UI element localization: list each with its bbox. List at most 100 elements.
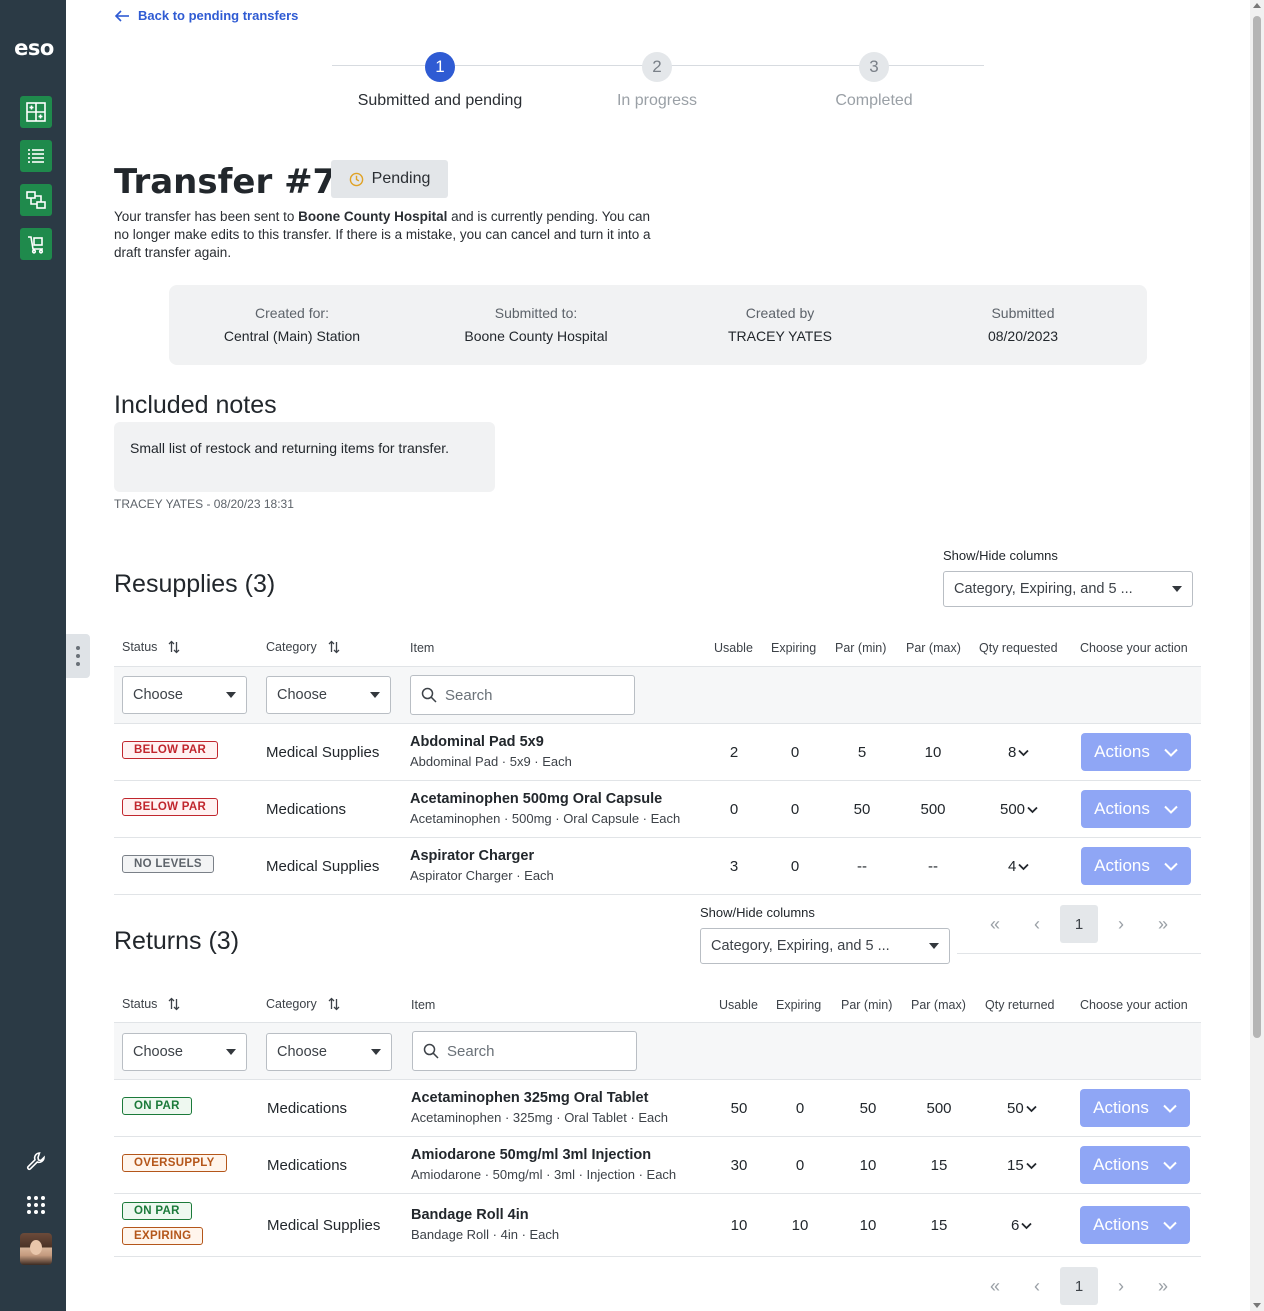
usable-value: 50 [730,1100,748,1117]
apps-grid-icon[interactable] [20,1189,52,1221]
qty-dropdown[interactable]: 6 [1011,1217,1032,1234]
item-sub: Amiodarone · 50mg/ml · 3ml · Injection ·… [411,1167,677,1182]
col-status[interactable]: Status [122,640,181,654]
next-page-icon[interactable]: › [1102,905,1140,943]
search-input[interactable]: Search [412,1031,637,1071]
col-category[interactable]: Category [266,640,341,654]
actions-button[interactable]: Actions [1080,1206,1190,1244]
step-1-label: Submitted and pending [357,92,523,109]
caret-down-icon [226,692,236,698]
col-par-max: Par (max) [906,641,961,655]
item-sub: Bandage Roll · 4in · Each [411,1227,560,1242]
qty-dropdown[interactable]: 4 [1008,858,1029,875]
notes-heading: Included notes [114,391,277,419]
page-number[interactable]: 1 [1060,905,1098,943]
par-max-value: 15 [930,1157,948,1174]
back-link-label: Back to pending transfers [138,8,299,23]
qty-dropdown[interactable]: 15 [1007,1157,1037,1174]
info-label: Created for: [255,305,329,321]
search-icon [423,1043,439,1059]
showhide-label: Show/Hide columns [700,905,815,920]
avatar[interactable] [20,1233,52,1265]
usable-value: 2 [729,744,739,761]
usable-value: 0 [729,801,739,818]
showhide-columns-select[interactable]: Category, Expiring, and 5 ... [700,928,950,964]
item-sub: Acetaminophen · 500mg · Oral Capsule · E… [410,811,681,826]
wrench-icon[interactable] [20,1145,52,1177]
par-max-value: -- [928,858,938,875]
step-1-circle: 1 [425,52,455,82]
par-max-value: 500 [926,1100,952,1117]
status-filter-select[interactable]: Choose [122,676,247,714]
status-badge: OVERSUPPLY [122,1154,227,1172]
category-filter-select[interactable]: Choose [266,676,391,714]
list-icon[interactable] [20,140,52,172]
next-page-icon[interactable]: › [1102,1267,1140,1305]
col-par-min: Par (min) [835,641,887,655]
col-expiring: Expiring [776,998,822,1012]
returns-pagination: « ‹ 1 › » [976,1267,1186,1305]
qty-dropdown[interactable]: 500 [1000,801,1038,818]
usable-value: 10 [730,1217,748,1234]
caret-down-icon [929,943,939,949]
prev-page-icon[interactable]: ‹ [1018,905,1056,943]
sort-icon[interactable] [327,640,341,654]
sort-icon[interactable] [167,640,181,654]
transfer-icon[interactable] [20,184,52,216]
usable-value: 30 [730,1157,748,1174]
col-status[interactable]: Status [122,997,181,1011]
col-usable: Usable [719,998,758,1012]
info-label: Submitted [991,305,1055,321]
expiring-value: 0 [790,744,800,761]
par-min-value: 50 [859,1100,877,1117]
status-badge: Pending [331,160,448,198]
info-value: Central (Main) Station [223,328,361,344]
showhide-label: Show/Hide columns [943,548,1058,563]
item-sub: Acetaminophen · 325mg · Oral Tablet · Ea… [411,1110,669,1125]
inventory-grid-icon[interactable] [20,96,52,128]
showhide-columns-select[interactable]: Category, Expiring, and 5 ... [943,571,1193,607]
scrollbar[interactable] [1250,0,1264,1311]
sort-icon[interactable] [327,997,341,1011]
actions-button[interactable]: Actions [1081,733,1191,771]
par-max-value: 10 [924,744,942,761]
item-name: Amiodarone 50mg/ml 3ml Injection [411,1147,652,1163]
item-sub: Aspirator Charger · Each [410,868,554,883]
col-par-min: Par (min) [841,998,893,1012]
info-value: Boone County Hospital [464,328,608,344]
category-filter-select[interactable]: Choose [266,1033,392,1071]
last-page-icon[interactable]: » [1144,905,1182,943]
actions-button[interactable]: Actions [1081,790,1191,828]
sort-icon[interactable] [167,997,181,1011]
status-filter-select[interactable]: Choose [122,1033,247,1071]
scrollbar-thumb[interactable] [1253,16,1261,1038]
caret-down-icon [1172,586,1182,592]
first-page-icon[interactable]: « [976,905,1014,943]
actions-button[interactable]: Actions [1081,847,1191,885]
collapse-handle[interactable] [66,634,90,678]
usable-value: 3 [729,858,739,875]
transfer-description: Your transfer has been sent to Boone Cou… [114,209,651,260]
back-link[interactable]: Back to pending transfers [114,8,298,23]
cart-icon[interactable] [20,228,52,260]
status-badge: NO LEVELS [122,855,214,873]
prev-page-icon[interactable]: ‹ [1018,1267,1056,1305]
page-number[interactable]: 1 [1060,1267,1098,1305]
row-category: Medical Supplies [267,1217,381,1234]
actions-button[interactable]: Actions [1080,1089,1190,1127]
notes-text: Small list of restock and returning item… [114,422,495,492]
actions-button[interactable]: Actions [1080,1146,1190,1184]
chevron-down-icon [1027,806,1038,813]
resupplies-heading: Resupplies (3) [114,570,276,598]
expiring-value: 10 [791,1217,809,1234]
first-page-icon[interactable]: « [976,1267,1014,1305]
qty-dropdown[interactable]: 50 [1007,1100,1037,1117]
col-category[interactable]: Category [266,997,341,1011]
item-sub: Abdominal Pad · 5x9 · Each [410,754,572,769]
search-input[interactable]: Search [410,675,635,715]
col-choose-action: Choose your action [1080,998,1188,1012]
arrow-left-icon [114,9,129,22]
last-page-icon[interactable]: » [1144,1267,1182,1305]
col-qty-returned: Qty returned [985,998,1055,1012]
qty-dropdown[interactable]: 8 [1008,744,1029,761]
